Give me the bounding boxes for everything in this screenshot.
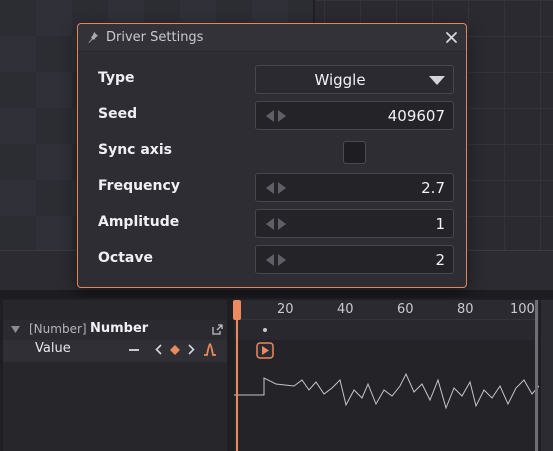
frequency-field[interactable]: 2.7: [255, 173, 454, 202]
panel-divider[interactable]: [0, 290, 553, 298]
amplitude-field[interactable]: 1: [255, 209, 454, 238]
property-name: Value: [35, 341, 71, 356]
next-keyframe-icon[interactable]: [188, 344, 195, 355]
ruler-tick: 100: [510, 302, 535, 317]
drag-arrows-icon[interactable]: [265, 218, 287, 230]
keyframe-diamond-icon[interactable]: [170, 345, 180, 355]
type-select-value: Wiggle: [314, 71, 366, 89]
layer-track[interactable]: [234, 320, 539, 340]
driver-curve-icon[interactable]: [203, 343, 217, 356]
wiggle-curve: [234, 372, 539, 410]
octave-field[interactable]: 2: [255, 245, 454, 274]
amplitude-value: 1: [435, 215, 445, 233]
drag-arrows-icon[interactable]: [265, 254, 287, 266]
playhead[interactable]: [236, 300, 238, 451]
timeline-scrollbar[interactable]: [541, 300, 553, 451]
layer-type: [Number]: [29, 322, 87, 336]
chevron-down-icon: [429, 76, 445, 85]
sync-axis-label: Sync axis: [98, 142, 172, 158]
frequency-value: 2.7: [421, 179, 445, 197]
close-icon[interactable]: [445, 31, 458, 44]
frequency-label: Frequency: [98, 178, 180, 194]
octave-label: Octave: [98, 250, 153, 266]
expand-triangle-icon[interactable]: [11, 326, 20, 333]
prev-keyframe-icon[interactable]: [155, 344, 162, 355]
dialog-header[interactable]: Driver Settings: [78, 24, 466, 52]
type-select[interactable]: Wiggle: [255, 65, 454, 94]
pin-icon[interactable]: [87, 31, 99, 45]
play-marker-icon[interactable]: [256, 342, 274, 359]
drag-arrows-icon[interactable]: [265, 182, 287, 194]
seed-value: 409607: [387, 107, 445, 125]
ruler-tick: 40: [337, 302, 354, 317]
drag-arrows-icon[interactable]: [265, 110, 287, 122]
ruler-tick: 20: [277, 302, 294, 317]
ruler-tick: 80: [457, 302, 474, 317]
end-marker[interactable]: [535, 300, 538, 451]
playhead-handle[interactable]: [233, 300, 241, 320]
octave-value: 2: [435, 251, 445, 269]
dialog-title: Driver Settings: [106, 30, 204, 45]
sync-axis-checkbox[interactable]: [343, 141, 366, 164]
ruler-tick: 60: [397, 302, 414, 317]
amplitude-label: Amplitude: [98, 214, 180, 230]
link-out-icon[interactable]: [212, 324, 223, 335]
seed-field[interactable]: 409607: [255, 101, 454, 130]
dot-marker-icon: [263, 328, 267, 332]
driver-settings-dialog: Driver Settings Type Wiggle Seed 409607 …: [77, 23, 467, 288]
type-label: Type: [98, 70, 135, 86]
dash-icon[interactable]: [129, 349, 139, 351]
layer-name: Number: [90, 321, 149, 336]
seed-label: Seed: [98, 106, 138, 122]
